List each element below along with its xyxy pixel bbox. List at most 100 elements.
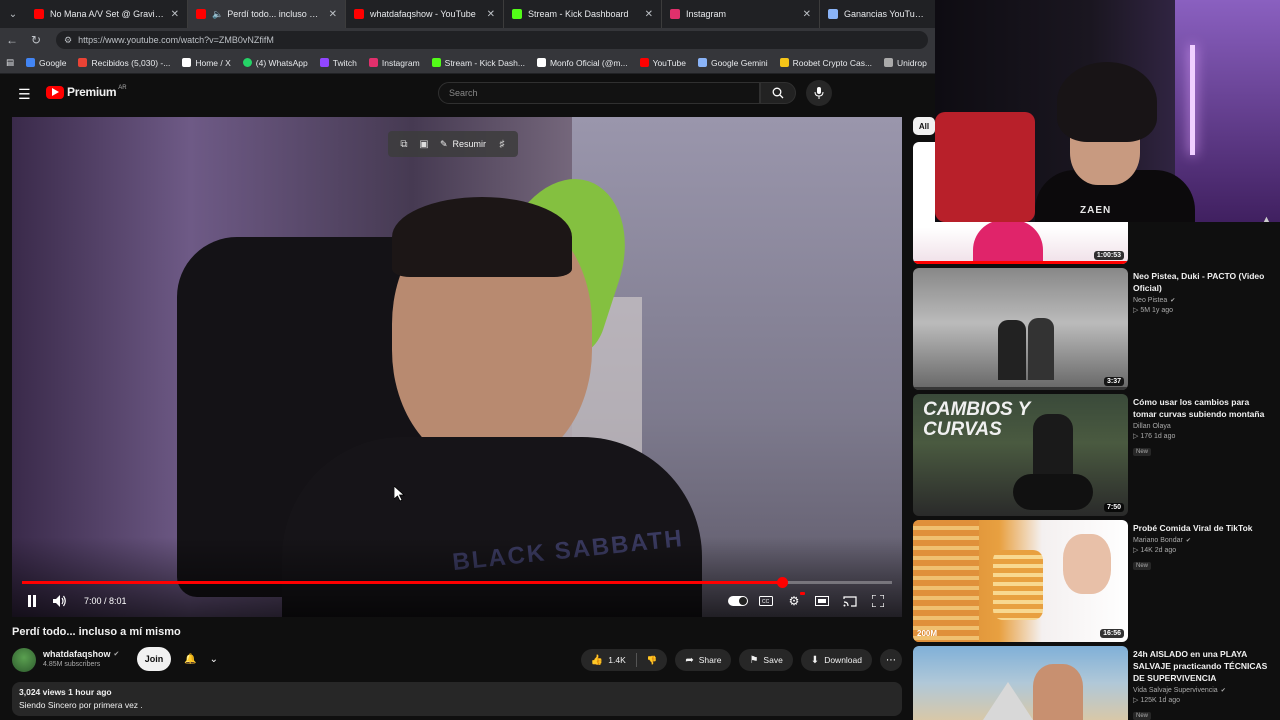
- views-age-text: 125K 1d ago: [1140, 697, 1181, 704]
- description-box[interactable]: 3,024 views 1 hour ago Siendo Sincero po…: [12, 682, 902, 716]
- bookmark-x[interactable]: Home / X: [182, 58, 231, 68]
- close-icon[interactable]: ✕: [329, 9, 337, 20]
- notifications-button[interactable]: 🔔 ⌄: [180, 648, 222, 670]
- save-label: Save: [763, 655, 783, 665]
- filter-chip-all[interactable]: All: [913, 117, 935, 135]
- summarize-label: Resumir: [452, 139, 487, 149]
- share-label: Share: [698, 655, 722, 665]
- share-button[interactable]: ➦ Share: [675, 649, 732, 671]
- tab-6[interactable]: Ganancias YouTube Vlogs: [820, 0, 936, 28]
- close-icon[interactable]: ✕: [803, 9, 811, 20]
- recommended-video[interactable]: 3:37 Neo Pistea, Duki - PACTO (Video Ofi…: [913, 268, 1273, 390]
- x-icon: [182, 58, 192, 67]
- settings-button[interactable]: ⚙: [780, 589, 808, 613]
- microphone-icon: [814, 87, 824, 99]
- gmail-icon: [78, 58, 88, 67]
- bookmark-roobet[interactable]: Roobet Crypto Cas...: [779, 57, 873, 68]
- recommended-video[interactable]: 24h AISLADO en una PLAYA SALVAJE practic…: [913, 646, 1273, 720]
- video-player[interactable]: BLACK SABBATH ⧉ ▣ ✎ Resumir ♯ 7:00 / 8:0…: [12, 117, 902, 617]
- video-title: Cómo usar los cambios para tomar curvas …: [1133, 397, 1265, 419]
- chevron-down-icon: ⌄: [209, 653, 218, 665]
- channel-name-link[interactable]: whatdafaqshow ✔: [43, 649, 119, 659]
- back-arrow-icon[interactable]: ←: [0, 33, 24, 47]
- new-badge: New: [1133, 448, 1152, 456]
- more-actions-button[interactable]: ⋯: [880, 649, 902, 671]
- pause-button[interactable]: [18, 589, 46, 613]
- instagram-favicon-icon: [670, 9, 680, 19]
- scroll-up-icon[interactable]: ▲: [1262, 214, 1274, 224]
- thumbnail-figure: [1033, 664, 1083, 720]
- pause-icon: [28, 595, 36, 607]
- like-dislike-group: 👍 1.4K 👎: [580, 649, 668, 671]
- bookmark-unidrop[interactable]: Unidrop: [884, 58, 927, 68]
- site-info-icon[interactable]: ⚙: [64, 35, 72, 46]
- bookmark-label: Roobet Crypto Cas...: [792, 57, 873, 68]
- bookmark-youtube[interactable]: YouTube: [639, 58, 686, 68]
- share-icon: ➦: [685, 654, 694, 666]
- bookmark-tiktok[interactable]: Monfo Oficial (@m...: [536, 58, 628, 68]
- bookmark-instagram[interactable]: Instagram: [368, 58, 420, 68]
- progress-bar[interactable]: [22, 577, 892, 588]
- menu-icon[interactable]: ☰: [18, 86, 31, 103]
- youtube-premium-logo[interactable]: Premium AR: [46, 85, 127, 99]
- search-input[interactable]: Search: [438, 82, 760, 104]
- bookmark-twitch[interactable]: Twitch: [319, 58, 357, 68]
- volume-button[interactable]: [46, 589, 74, 613]
- bookmark-kick[interactable]: Stream - Kick Dash...: [431, 58, 525, 68]
- bookmark-whatsapp[interactable]: (4) WhatsApp: [242, 58, 308, 68]
- dislike-button[interactable]: 👎: [637, 649, 668, 671]
- close-icon[interactable]: ✕: [171, 9, 179, 20]
- thumbnail-figure: [973, 220, 1043, 264]
- bookmarks-bar: ▤ Google Recibidos (5,030) -... Home / X…: [0, 52, 936, 74]
- tab-search-dropdown[interactable]: ⌄: [0, 0, 26, 28]
- channel-avatar[interactable]: [12, 648, 36, 672]
- theater-mode-button[interactable]: [808, 589, 836, 613]
- bookmark-label: Unidrop: [897, 57, 927, 68]
- recommended-video[interactable]: 200M 16:56 Probé Comida Viral de TikTok …: [913, 520, 1273, 642]
- scrubber-handle[interactable]: [776, 577, 788, 588]
- address-bar: ← ↻ ⚙ https://www.youtube.com/watch?v=ZM…: [0, 28, 936, 52]
- view-count-date: 3,024 views 1 hour ago: [19, 687, 112, 697]
- bookmark-google[interactable]: Google: [26, 58, 66, 68]
- tab-1[interactable]: No Mana A/V Set @ Gravity 2021 ✕: [26, 0, 188, 28]
- video-title: 24h AISLADO en una PLAYA SALVAJE practic…: [1133, 649, 1268, 683]
- tab-2-active[interactable]: 🔈 Perdí todo... incluso a mí mismo ✕: [188, 0, 346, 28]
- bookmarks-menu-icon[interactable]: ▤: [6, 57, 14, 68]
- close-icon[interactable]: ✕: [487, 9, 495, 20]
- url-field[interactable]: ⚙ https://www.youtube.com/watch?v=ZMB0vN…: [56, 31, 928, 49]
- tab-3[interactable]: whatdafaqshow - YouTube ✕: [346, 0, 504, 28]
- save-button[interactable]: ⚑ Save: [739, 649, 793, 671]
- speaker-icon[interactable]: 🔈: [212, 9, 223, 20]
- subtitles-button[interactable]: CC: [752, 589, 780, 613]
- download-button[interactable]: ⬇ Download: [800, 649, 872, 671]
- summarize-button[interactable]: ✎ Resumir: [440, 139, 486, 150]
- svg-text:CC: CC: [762, 599, 770, 605]
- tab-5[interactable]: Instagram ✕: [662, 0, 820, 28]
- voice-search-button[interactable]: [806, 80, 832, 106]
- pip-icon[interactable]: ⧉: [394, 134, 414, 154]
- tab-title: Stream - Kick Dashboard: [528, 9, 629, 19]
- close-icon[interactable]: ✕: [645, 9, 653, 20]
- video-actions: 👍 1.4K 👎 ➦ Share ⚑ Save ⬇ Download ⋯: [573, 648, 902, 672]
- video-info: 24h AISLADO en una PLAYA SALVAJE practic…: [1133, 648, 1268, 720]
- like-button[interactable]: 👍 1.4K: [581, 649, 636, 671]
- youtube-icon: [639, 58, 649, 67]
- duration-badge: 1:00:53: [1093, 251, 1124, 260]
- tab-4[interactable]: Stream - Kick Dashboard ✕: [504, 0, 662, 28]
- reload-icon[interactable]: ↻: [24, 33, 48, 47]
- autoplay-toggle[interactable]: [724, 589, 752, 613]
- video-title: Probé Comida Viral de TikTok: [1133, 523, 1253, 533]
- cast-button[interactable]: [836, 589, 864, 613]
- translate-icon[interactable]: ♯: [492, 134, 512, 154]
- thumbnail-figure: [1028, 318, 1054, 380]
- search-button[interactable]: [760, 82, 796, 104]
- fullscreen-button[interactable]: [864, 589, 892, 613]
- bookmark-gemini[interactable]: Google Gemini: [697, 58, 768, 68]
- join-button[interactable]: Join: [137, 647, 171, 671]
- channel: Mariano Bondar ✔: [1133, 537, 1268, 544]
- youtube-header: ☰ Premium AR Search: [0, 74, 912, 112]
- recommended-video[interactable]: CAMBIOS Y CURVAS 7:50 Cómo usar los camb…: [913, 394, 1273, 516]
- bookmark-gmail[interactable]: Recibidos (5,030) -...: [78, 58, 170, 68]
- screenshot-icon[interactable]: ▣: [414, 134, 434, 154]
- views-age: ▷ 176 1d ago: [1133, 433, 1176, 440]
